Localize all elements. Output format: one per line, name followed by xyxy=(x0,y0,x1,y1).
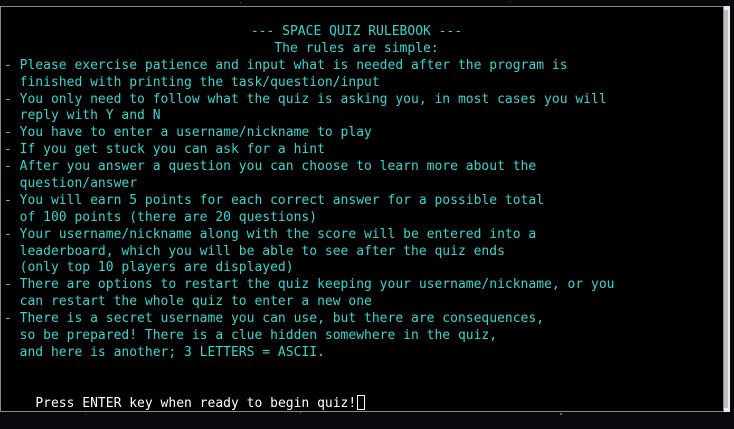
rule-line: - There are options to restart the quiz … xyxy=(4,277,615,293)
rule-line: can restart the whole quiz to enter a ne… xyxy=(4,294,372,310)
star xyxy=(560,413,562,415)
rule-line: - Your username/nickname along with the … xyxy=(4,226,537,242)
rule-line: - You only need to follow what the quiz … xyxy=(4,91,607,107)
terminal-window[interactable]: --- SPACE QUIZ RULEBOOK --- The rules ar… xyxy=(0,6,724,412)
rulebook-header: --- SPACE QUIZ RULEBOOK --- xyxy=(250,24,463,39)
enter-prompt-text: Press ENTER key when ready to begin quiz… xyxy=(35,396,357,411)
text-cursor[interactable] xyxy=(357,395,366,410)
star xyxy=(510,1,511,2)
rule-line: reply with Y and N xyxy=(4,108,161,124)
rule-line: leaderboard, which you will be able to s… xyxy=(4,243,505,259)
rule-line: - You have to enter a username/nickname … xyxy=(4,125,372,141)
rule-line: finished with printing the task/question… xyxy=(4,74,380,90)
rule-line: - There is a secret username you can use… xyxy=(4,311,545,327)
rule-line: and here is another; 3 LETTERS = ASCII. xyxy=(4,344,325,360)
rule-line: - Please exercise patience and input wha… xyxy=(4,57,568,73)
star xyxy=(240,2,241,3)
rule-line: so be prepared! There is a clue hidden s… xyxy=(4,328,498,344)
rule-line: question/answer xyxy=(4,176,138,192)
rule-line: - If you get stuck you can ask for a hin… xyxy=(4,142,325,158)
rule-line: - You will earn 5 points for each correc… xyxy=(4,192,545,208)
rulebook-subheader: The rules are simple: xyxy=(274,40,439,56)
rule-line: - After you answer a question you can ch… xyxy=(4,159,537,175)
rules-list: - Please exercise patience and input wha… xyxy=(4,58,723,362)
rule-line: of 100 points (there are 20 questions) xyxy=(4,209,318,225)
rule-line: (only top 10 players are displayed) xyxy=(4,260,294,276)
input-prompt-row[interactable]: Press ENTER key when ready to begin quiz… xyxy=(4,378,366,429)
